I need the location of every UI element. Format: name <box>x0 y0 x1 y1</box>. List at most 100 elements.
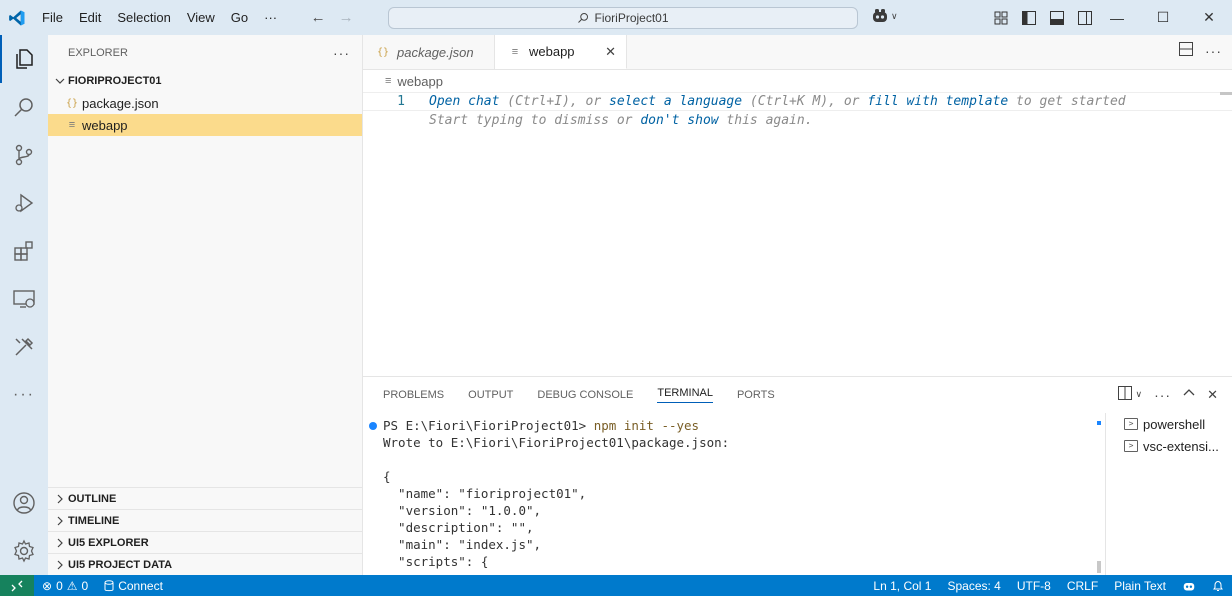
connect-label: Connect <box>118 578 163 593</box>
customize-layout-icon[interactable] <box>990 8 1012 28</box>
tab-terminal[interactable]: TERMINAL <box>649 377 721 413</box>
terminal-line: { <box>383 469 391 484</box>
maximize-panel-icon[interactable] <box>1183 387 1195 402</box>
pane-timeline[interactable]: TIMELINE <box>48 509 362 531</box>
fill-template-link[interactable]: fill with template <box>867 94 1008 109</box>
terminal-line: Wrote to E:\Fiori\FioriProject01\package… <box>383 435 730 450</box>
menu-selection[interactable]: Selection <box>109 0 178 35</box>
tab-label: OUTPUT <box>468 389 514 401</box>
folder-fioriproject01[interactable]: FIORIPROJECT01 <box>48 70 362 92</box>
toggle-secondary-sidebar-icon[interactable] <box>1074 8 1096 28</box>
terminal-icon: > <box>1124 418 1138 430</box>
source-control-icon[interactable] <box>0 131 48 179</box>
chevron-right-icon <box>52 560 68 570</box>
indentation[interactable]: Spaces: 4 <box>939 575 1008 596</box>
hint-text: (Ctrl+I), or <box>499 94 610 109</box>
file-label: webapp <box>82 117 128 133</box>
accounts-icon[interactable] <box>0 479 48 527</box>
code-line: Start typing to dismiss or don't show th… <box>363 111 1232 130</box>
file-item-package-json[interactable]: {} package.json <box>48 92 362 114</box>
sidebar-more-button[interactable]: ··· <box>333 45 350 61</box>
file-item-webapp[interactable]: ≡ webapp <box>48 114 362 136</box>
terminal-line: PS E:\Fiori\FioriProject01> npm init --y… <box>369 417 1098 434</box>
notifications-bell-icon[interactable] <box>1204 575 1232 596</box>
terminal-line: "name": "fioriproject01", <box>383 486 587 501</box>
tab-problems[interactable]: PROBLEMS <box>375 377 452 413</box>
dont-show-link[interactable]: don't show <box>640 113 718 128</box>
panel-more-button[interactable]: ··· <box>1154 387 1171 403</box>
back-arrow-icon[interactable]: ← <box>307 7 329 29</box>
tab-webapp[interactable]: ≡ webapp ✕ <box>495 35 627 69</box>
terminal-icon: > <box>1124 440 1138 452</box>
minimize-button[interactable]: — <box>1094 0 1140 35</box>
tab-ports[interactable]: PORTS <box>729 377 783 413</box>
menu-edit[interactable]: Edit <box>71 0 109 35</box>
code-editor[interactable]: 1 Open chat (Ctrl+I), or select a langua… <box>363 92 1232 130</box>
bottom-panel: PROBLEMS OUTPUT DEBUG CONSOLE TERMINAL P… <box>363 376 1232 576</box>
toggle-panel-icon[interactable] <box>1046 8 1068 28</box>
terminal-item-vsc-extension[interactable]: > vsc-extensi... <box>1106 435 1232 457</box>
chevron-down-icon[interactable]: ∨ <box>1136 389 1143 400</box>
breadcrumb-item[interactable]: webapp <box>397 74 443 89</box>
editor-more-button[interactable]: ··· <box>1205 43 1222 59</box>
tab-debug-console[interactable]: DEBUG CONSOLE <box>529 377 641 413</box>
problems-status[interactable]: ⊗ 0 ⚠ 0 <box>34 575 96 596</box>
sap-tools-icon[interactable] <box>0 323 48 371</box>
remote-indicator-icon[interactable] <box>0 575 34 596</box>
language-mode[interactable]: Plain Text <box>1106 575 1174 596</box>
remote-explorer-icon[interactable] <box>0 275 48 323</box>
pane-ui5-project-data[interactable]: UI5 PROJECT DATA <box>48 553 362 575</box>
connect-status[interactable]: Connect <box>96 575 171 596</box>
manage-gear-icon[interactable] <box>0 527 48 575</box>
terminal-item-label: powershell <box>1143 416 1206 432</box>
close-tab-icon[interactable]: ✕ <box>605 44 616 60</box>
search-icon <box>578 13 589 23</box>
terminal-scrollbar[interactable] <box>1097 421 1101 576</box>
open-chat-link[interactable]: Open chat <box>429 94 499 109</box>
search-icon[interactable] <box>0 83 48 131</box>
tab-label: DEBUG CONSOLE <box>537 389 634 401</box>
tab-label: TERMINAL <box>657 387 713 403</box>
encoding[interactable]: UTF-8 <box>1009 575 1059 596</box>
run-debug-icon[interactable] <box>0 179 48 227</box>
explorer-icon[interactable] <box>0 35 48 83</box>
cursor-position[interactable]: Ln 1, Col 1 <box>865 575 939 596</box>
chevron-down-icon: ∨ <box>891 10 898 21</box>
close-button[interactable]: ✕ <box>1186 0 1232 35</box>
tab-package-json[interactable]: {} package.json <box>363 35 495 69</box>
command-status-dot[interactable] <box>369 422 377 430</box>
copilot-status-icon[interactable] <box>1174 575 1204 596</box>
folder-label: FIORIPROJECT01 <box>68 75 162 87</box>
activity-bar: ··· <box>0 35 48 575</box>
menu-file[interactable]: File <box>34 0 71 35</box>
maximize-button[interactable]: ☐ <box>1140 0 1186 35</box>
error-icon: ⊗ <box>42 578 53 593</box>
command-center-search[interactable]: FioriProject01 <box>388 7 858 29</box>
menu-view[interactable]: View <box>179 0 223 35</box>
close-panel-icon[interactable]: ✕ <box>1207 387 1218 403</box>
forward-arrow-icon[interactable]: → <box>335 7 357 29</box>
copilot-button[interactable]: ∨ <box>871 8 898 24</box>
warning-icon: ⚠ <box>66 578 78 593</box>
text-file-icon: ≡ <box>385 75 392 87</box>
terminal-output[interactable]: PS E:\Fiori\FioriProject01> npm init --y… <box>363 417 1098 576</box>
extensions-icon[interactable] <box>0 227 48 275</box>
pane-ui5-explorer[interactable]: UI5 EXPLORER <box>48 531 362 553</box>
more-views-icon[interactable]: ··· <box>0 371 48 419</box>
code-line: 1 Open chat (Ctrl+I), or select a langua… <box>363 92 1232 111</box>
split-editor-icon[interactable] <box>1179 42 1193 59</box>
terminal-line: "version": "1.0.0", <box>383 503 542 518</box>
split-terminal-icon[interactable] <box>1117 386 1132 403</box>
pane-outline[interactable]: OUTLINE <box>48 487 362 509</box>
tab-output[interactable]: OUTPUT <box>460 377 521 413</box>
explorer-sidebar: EXPLORER ··· FIORIPROJECT01 {} package.j… <box>48 35 363 575</box>
line-ending[interactable]: CRLF <box>1059 575 1106 596</box>
menu-more-button[interactable]: ··· <box>256 0 285 35</box>
toggle-sidebar-icon[interactable] <box>1018 8 1040 28</box>
terminal-item-powershell[interactable]: > powershell <box>1106 413 1232 435</box>
hint-text: (Ctrl+K M), or <box>742 94 868 109</box>
menu-go[interactable]: Go <box>223 0 256 35</box>
select-language-link[interactable]: select a language <box>609 94 742 109</box>
tab-label: PORTS <box>736 389 775 401</box>
